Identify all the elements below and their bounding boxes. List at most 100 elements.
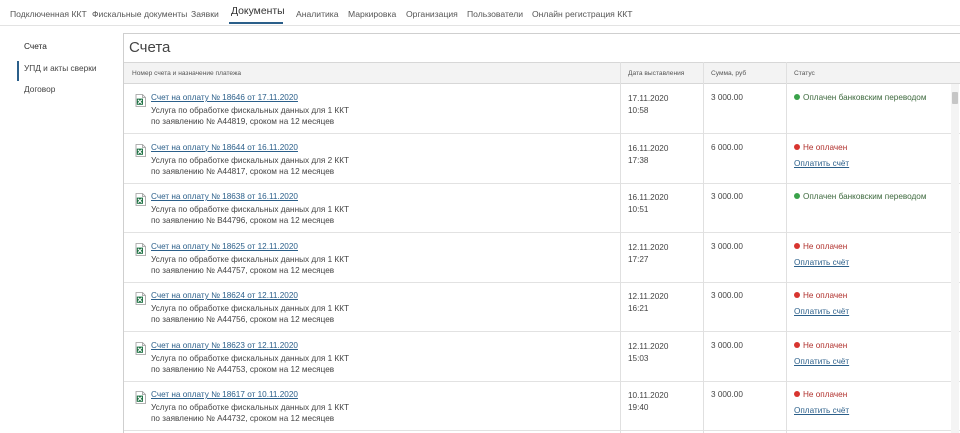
invoice-description: Услуга по обработке фискальных данных дл… [151,105,349,127]
tab-documents[interactable]: Документы [231,6,285,17]
invoices-panel: Счета Номер счета и назначение платежа Д… [123,33,960,433]
status-text: Не оплачен [803,142,848,152]
column-header-date[interactable]: Дата выставления [628,70,684,77]
invoice-time-value: 16:21 [628,304,649,313]
invoice-link[interactable]: Счет на оплату № 18644 от 16.11.2020 [151,143,298,152]
column-divider [786,62,787,433]
pay-invoice-link[interactable]: Оплатить счёт [794,357,849,366]
invoice-description-line: по заявлению № A44753, сроком на 12 меся… [151,364,335,374]
tab-online-registration[interactable]: Онлайн регистрация ККТ [532,9,632,19]
invoice-time-value: 10:58 [628,106,649,115]
invoice-date: 12.11.2020 17:27 [628,242,668,266]
excel-file-icon[interactable] [135,193,146,206]
excel-file-icon[interactable] [135,143,146,157]
status-text: Не оплачен [803,340,848,350]
invoice-description: Услуга по обработке фискальных данных дл… [151,303,349,325]
status-unpaid-dot-icon [794,292,800,298]
status-text: Оплачен банковским переводом [803,192,927,201]
status-unpaid-dot-icon [794,341,800,348]
column-divider [620,62,621,433]
invoice-link[interactable]: Счет на оплату № 18638 от 16.11.2020 [151,192,298,201]
invoice-description: Услуга по обработке фискальных данных дл… [151,402,349,424]
invoice-sum: 3 000.00 [711,192,743,201]
pay-invoice-link[interactable]: Оплатить счёт [794,406,849,415]
excel-file-icon[interactable] [135,242,146,256]
column-header-sum[interactable]: Сумма, руб [711,70,746,77]
scrollbar-thumb[interactable] [952,92,958,104]
tab-requests[interactable]: Заявки [191,9,219,19]
invoice-sum: 3 000.00 [711,390,743,399]
tab-marking[interactable]: Маркировка [348,9,396,19]
invoice-date: 12.11.2020 16:21 [628,291,668,315]
tab-users[interactable]: Пользователи [467,9,523,19]
status-badge: Не оплачен [794,341,847,350]
invoice-time-value: 15:03 [628,353,649,363]
status-badge: Не оплачен [794,242,847,251]
invoice-link[interactable]: Счет на оплату № 18625 от 12.11.2020 [151,242,298,251]
invoice-date: 16.11.2020 17:38 [628,143,668,167]
invoice-description-line: Услуга по обработке фискальных данных дл… [151,106,349,115]
column-divider [703,62,704,433]
table-row: Счет на оплату № 18623 от 12.11.2020 Усл… [124,332,960,382]
invoice-description-line: Услуга по обработке фискальных данных дл… [151,254,349,264]
pay-invoice-link[interactable]: Оплатить счёт [794,258,849,267]
sidebar: Счета УПД и акты сверки Договор [0,26,120,433]
invoice-description-line: по заявлению № B44796, сроком на 12 меся… [151,216,335,225]
table-row: Счет на оплату № 18617 от 10.11.2020 Усл… [124,381,960,431]
pay-invoice-link[interactable]: Оплатить счёт [794,307,849,316]
sidebar-item-contract[interactable]: Договор [24,84,55,94]
excel-file-icon[interactable] [135,292,146,305]
invoice-description-line: Услуга по обработке фискальных данных дл… [151,155,349,165]
status-text: Оплачен банковским переводом [803,93,927,102]
excel-file-icon[interactable] [135,341,146,355]
invoice-date: 16.11.2020 10:51 [628,192,668,216]
pay-invoice-link[interactable]: Оплатить счёт [794,159,849,168]
status-text: Не оплачен [803,390,848,399]
page-title: Счета [129,39,171,56]
scrollbar-track[interactable] [951,84,959,433]
top-navigation: Подключенная ККТ Фискальные документы За… [0,0,960,26]
invoice-description: Услуга по обработке фискальных данных дл… [151,254,349,276]
invoice-date-value: 12.11.2020 [628,292,669,301]
status-text: Не оплачен [803,241,848,251]
excel-file-icon[interactable] [135,391,146,404]
invoice-link[interactable]: Счет на оплату № 18623 от 12.11.2020 [151,341,298,350]
table-row: Счет на оплату № 18625 от 12.11.2020 Усл… [124,233,960,283]
column-header-status[interactable]: Статус [794,70,815,77]
invoice-date: 10.11.2020 19:40 [628,390,668,414]
table-row: Счет на оплату № 18644 от 16.11.2020 Усл… [124,134,960,184]
status-unpaid-dot-icon [794,391,800,397]
invoice-sum: 3 000.00 [711,93,743,102]
sidebar-item-upd-acts[interactable]: УПД и акты сверки [24,63,96,73]
status-badge: Оплачен банковским переводом [794,192,926,201]
invoice-link[interactable]: Счет на оплату № 18624 от 12.11.2020 [151,291,298,300]
invoice-link[interactable]: Счет на оплату № 18617 от 10.11.2020 [151,390,298,399]
invoice-description-line: по заявлению № A44817, сроком на 12 меся… [151,166,335,176]
invoice-date: 17.11.2020 10:58 [628,93,668,117]
invoice-date-value: 10.11.2020 [628,391,669,400]
invoice-sum: 3 000.00 [711,241,743,251]
status-paid-dot-icon [794,94,800,100]
invoice-sum: 3 000.00 [711,291,743,300]
column-header-invoice[interactable]: Номер счета и назначение платежа [132,70,241,77]
tab-organization[interactable]: Организация [406,9,458,19]
status-text: Не оплачен [803,291,848,300]
invoice-description-line: по заявлению № A44756, сроком на 12 меся… [151,315,335,324]
excel-file-icon[interactable] [135,94,146,107]
status-badge: Не оплачен [794,390,847,399]
tab-fiscal-documents[interactable]: Фискальные документы [92,9,187,19]
invoice-date-value: 12.11.2020 [628,341,669,351]
invoice-sum: 6 000.00 [711,142,743,152]
tab-analytics[interactable]: Аналитика [296,9,339,19]
sidebar-item-invoices[interactable]: Счета [24,41,47,51]
tab-connected-kkt[interactable]: Подключенная ККТ [10,9,87,19]
invoice-description-line: Услуга по обработке фискальных данных дл… [151,304,349,313]
invoice-date: 12.11.2020 15:03 [628,341,668,365]
invoice-link[interactable]: Счет на оплату № 18646 от 17.11.2020 [151,93,298,102]
invoice-description: Услуга по обработке фискальных данных дл… [151,204,349,226]
status-unpaid-dot-icon [794,242,800,249]
table-row: Счет на оплату № 18646 от 17.11.2020 Усл… [124,84,960,134]
status-badge: Не оплачен [794,291,847,300]
status-badge: Не оплачен [794,143,847,152]
invoice-description-line: по заявлению № A44732, сроком на 12 меся… [151,414,335,423]
